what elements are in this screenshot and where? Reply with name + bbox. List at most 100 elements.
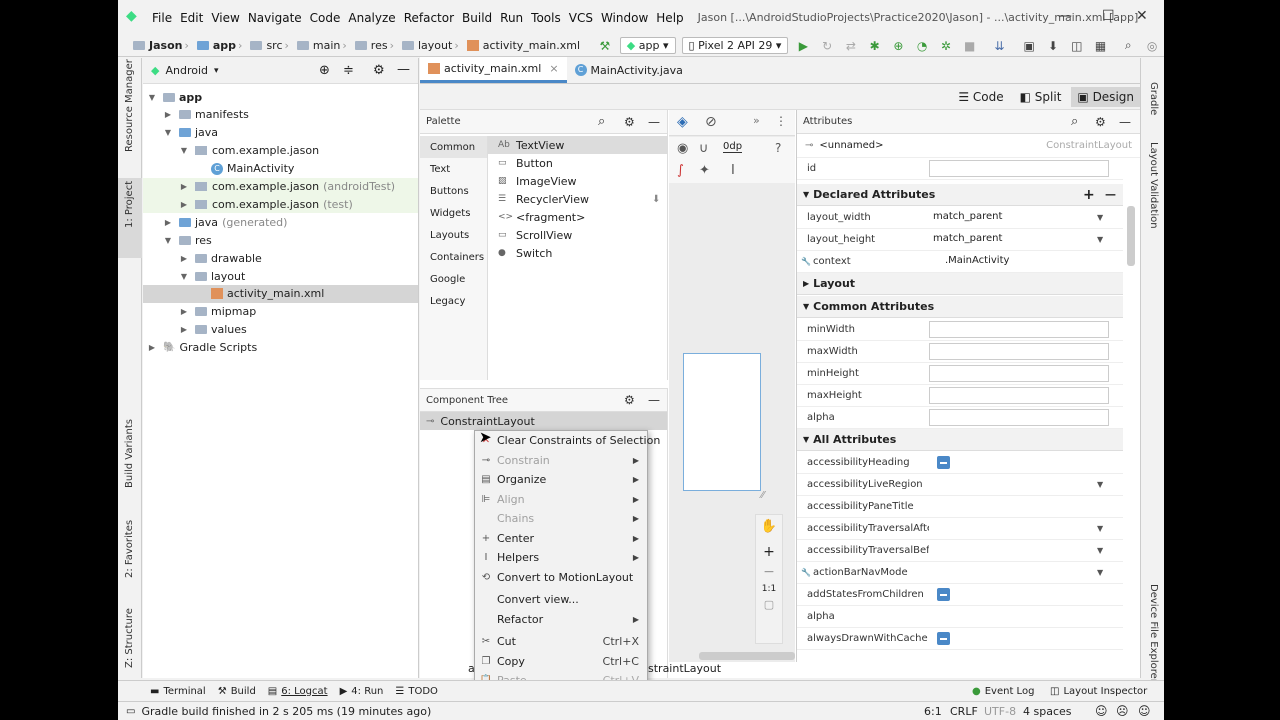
chevron-down-icon[interactable]: ▼ xyxy=(147,93,157,102)
menu-run[interactable]: Run xyxy=(496,11,527,25)
search-icon[interactable]: ⌕ xyxy=(1071,114,1078,129)
tree-item[interactable]: ▶ java (generated) xyxy=(143,213,418,231)
chevron-right-icon[interactable]: ▶ xyxy=(179,307,189,316)
device-select[interactable]: ▯ Pixel 2 API 29 ▾ xyxy=(681,37,789,54)
tree-item[interactable]: ▼ layout xyxy=(143,267,418,285)
context-menu-item[interactable]: ⟲ Convert to MotionLayout xyxy=(475,568,647,588)
project-tab[interactable]: 1: Project xyxy=(124,181,135,228)
apply-changes-icon[interactable]: ↻ xyxy=(819,38,835,54)
attribute-value[interactable]: match_parent xyxy=(929,231,1109,248)
palette-category[interactable]: Buttons xyxy=(420,180,487,202)
palette-category[interactable]: Common xyxy=(420,136,487,158)
dropdown-arrow-icon[interactable]: ▼ xyxy=(1097,213,1103,222)
tree-item[interactable]: ▶ mipmap xyxy=(143,303,418,321)
more-icon[interactable]: ⋮ xyxy=(775,114,787,128)
chevron-down-icon[interactable]: ▼ xyxy=(803,435,809,444)
attributes-scrollbar[interactable] xyxy=(1127,206,1135,266)
resize-handle-icon[interactable]: ⁄⁄ xyxy=(761,490,764,501)
resource-manager-tab[interactable]: Resource Manager xyxy=(124,59,135,152)
layout-validation-tab[interactable]: Layout Validation xyxy=(1148,142,1159,229)
palette-item[interactable]: ▨ ImageView xyxy=(488,172,668,190)
dropdown-arrow-icon[interactable]: ▼ xyxy=(1097,546,1103,555)
chevron-right-icon[interactable]: ▶ xyxy=(179,200,189,209)
palette-item[interactable]: ● Switch xyxy=(488,244,668,262)
caret-position[interactable]: 6:1 xyxy=(924,705,942,718)
tree-item[interactable]: ▼ res xyxy=(143,231,418,249)
menu-view[interactable]: View xyxy=(207,11,243,25)
menu-analyze[interactable]: Analyze xyxy=(344,11,399,25)
zoom-actual-icon[interactable]: 1:1 xyxy=(756,584,782,594)
locate-icon[interactable]: ⊕ xyxy=(319,63,330,78)
sdk-manager-icon[interactable]: ⬇ xyxy=(1045,38,1061,54)
hide-panel-icon[interactable]: — xyxy=(397,62,410,77)
chevron-down-icon[interactable]: ▼ xyxy=(163,128,173,137)
device-file-explorer-tab[interactable]: Device File Explorer xyxy=(1148,584,1159,683)
gradle-tab[interactable]: Gradle xyxy=(1148,82,1159,115)
zoom-fit-icon[interactable]: ▢ xyxy=(756,598,782,611)
attach-process-icon[interactable]: ✲ xyxy=(938,38,954,54)
feedback-icon[interactable]: ☹ xyxy=(1116,704,1129,718)
gear-icon[interactable]: ⚙ xyxy=(1095,115,1106,129)
dropdown-arrow-icon[interactable]: ▼ xyxy=(1097,480,1103,489)
hide-panel-icon[interactable]: — xyxy=(648,393,660,407)
expand-toolbar-icon[interactable]: » xyxy=(753,114,760,127)
chevron-down-icon[interactable]: ▼ xyxy=(179,272,189,281)
download-icon[interactable]: ⬇ xyxy=(652,194,660,205)
chevron-right-icon[interactable]: ▶ xyxy=(803,279,809,288)
palette-category[interactable]: Containers xyxy=(420,246,487,268)
sync-project-icon[interactable]: ⇊ xyxy=(992,38,1008,54)
breadcrumb-item[interactable]: activity_main.xml xyxy=(464,39,583,52)
gear-icon[interactable]: ⚙ xyxy=(373,63,385,78)
logcat-tab[interactable]: ▤ 6: Logcat xyxy=(268,686,328,697)
clear-constraints-icon[interactable]: ∫ xyxy=(677,163,684,178)
palette-category[interactable]: Legacy xyxy=(420,290,487,312)
file-encoding[interactable]: UTF-8 xyxy=(984,705,1016,718)
structure-tab[interactable]: Z: Structure xyxy=(124,608,135,668)
gear-icon[interactable]: ⚙ xyxy=(624,115,635,129)
attribute-value-field[interactable] xyxy=(929,343,1109,360)
context-menu-item[interactable]: ✕ Clear Constraints of Selection xyxy=(475,431,661,451)
attribute-section[interactable]: ▼ Declared Attributes + — xyxy=(797,184,1123,206)
attribute-value[interactable] xyxy=(929,608,1109,625)
chevron-down-icon[interactable]: ▼ xyxy=(163,236,173,245)
tree-item[interactable]: ▶ manifests xyxy=(143,106,418,124)
tree-item[interactable]: activity_main.xml xyxy=(143,284,418,303)
orientation-icon[interactable]: ⊘ xyxy=(705,114,717,130)
attribute-section[interactable]: ▼ All Attributes xyxy=(797,429,1123,451)
chevron-down-icon[interactable]: ▼ xyxy=(179,146,189,155)
status-toggle-icon[interactable]: ▭ xyxy=(126,706,135,717)
breadcrumb-item[interactable]: src › xyxy=(247,39,293,52)
context-menu-item[interactable]: ❐ Copy Ctrl+C xyxy=(475,652,647,672)
project-structure-icon[interactable]: ▦ xyxy=(1093,38,1109,54)
close-window-button[interactable]: ✕ xyxy=(1136,8,1148,24)
attribute-section[interactable]: ▶ Layout xyxy=(797,273,1123,295)
chevron-right-icon[interactable]: ▶ xyxy=(179,254,189,263)
build-variants-tab[interactable]: Build Variants xyxy=(124,419,135,488)
search-icon[interactable]: ⌕ xyxy=(598,114,605,129)
context-menu-item[interactable]: Refactor ▶ xyxy=(475,610,647,630)
tree-item[interactable]: C MainActivity xyxy=(143,160,418,178)
breadcrumb-item[interactable]: Jason › xyxy=(130,39,194,52)
line-separator[interactable]: CRLF xyxy=(950,705,978,718)
chevron-down-icon[interactable]: ▼ xyxy=(803,190,809,199)
attribute-value-field[interactable] xyxy=(929,321,1109,338)
menu-navigate[interactable]: Navigate xyxy=(244,11,306,25)
attribute-value[interactable] xyxy=(941,564,1121,581)
menu-file[interactable]: File xyxy=(148,11,176,25)
zoom-out-icon[interactable]: − xyxy=(756,564,782,580)
tree-item[interactable]: ▶ drawable xyxy=(143,249,418,267)
menu-build[interactable]: Build xyxy=(458,11,496,25)
zoom-in-icon[interactable]: + xyxy=(756,544,782,560)
palette-item[interactable]: ▭ Button xyxy=(488,154,668,172)
minimize-button[interactable]: — xyxy=(1058,8,1072,24)
attribute-value[interactable]: .MainActivity xyxy=(941,253,1121,270)
chevron-right-icon[interactable]: ▶ xyxy=(147,343,157,352)
device-preview[interactable] xyxy=(683,353,761,491)
hide-panel-icon[interactable]: — xyxy=(648,115,660,129)
inspector-icon[interactable]: ☺ xyxy=(1138,704,1151,718)
project-view-select[interactable]: Android xyxy=(165,64,208,77)
run-tab[interactable]: ▶ 4: Run xyxy=(340,686,384,697)
menu-vcs[interactable]: VCS xyxy=(565,11,597,25)
palette-item[interactable]: Ab TextView xyxy=(488,136,668,154)
menu-refactor[interactable]: Refactor xyxy=(400,11,458,25)
